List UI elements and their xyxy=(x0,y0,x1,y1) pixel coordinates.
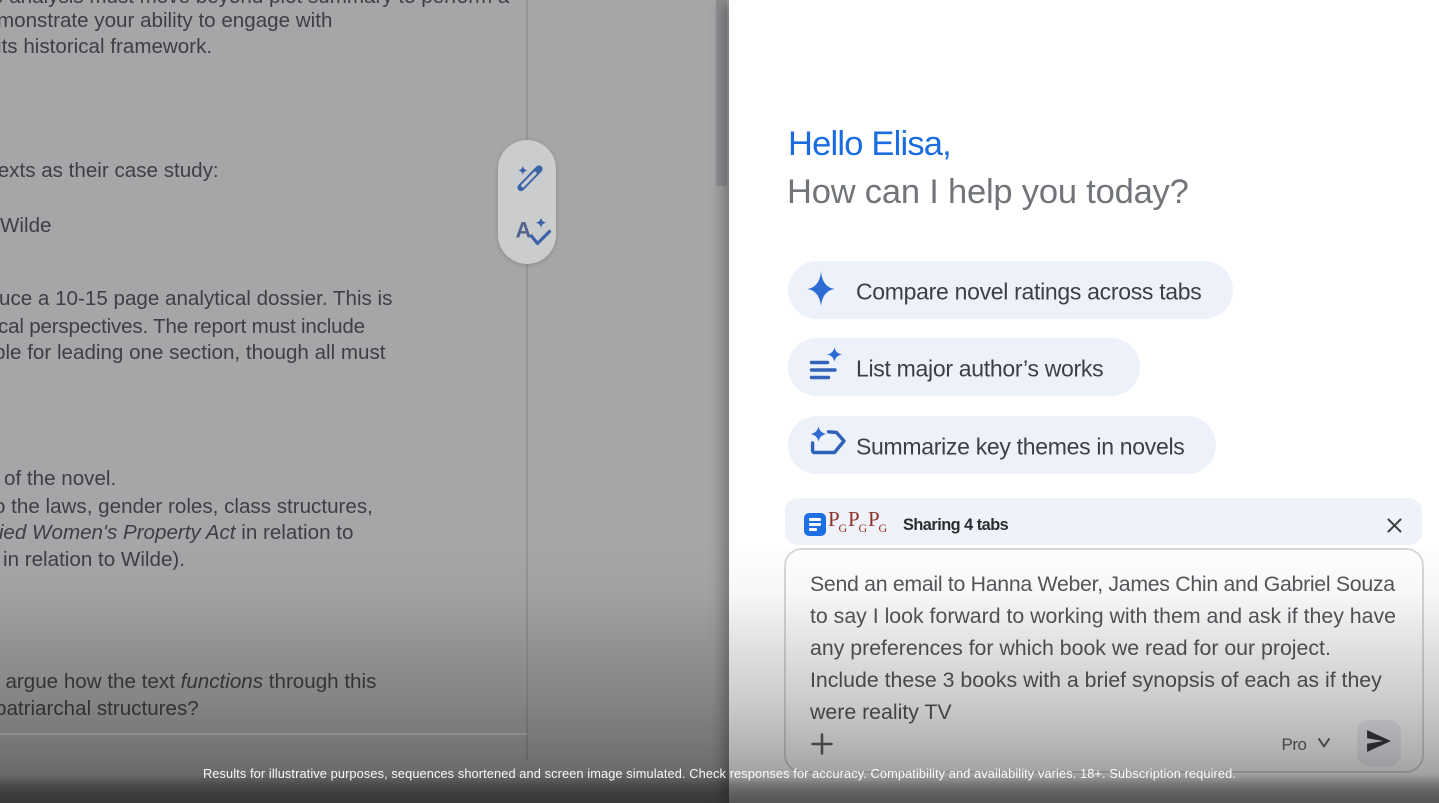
svg-text:A: A xyxy=(516,218,532,243)
